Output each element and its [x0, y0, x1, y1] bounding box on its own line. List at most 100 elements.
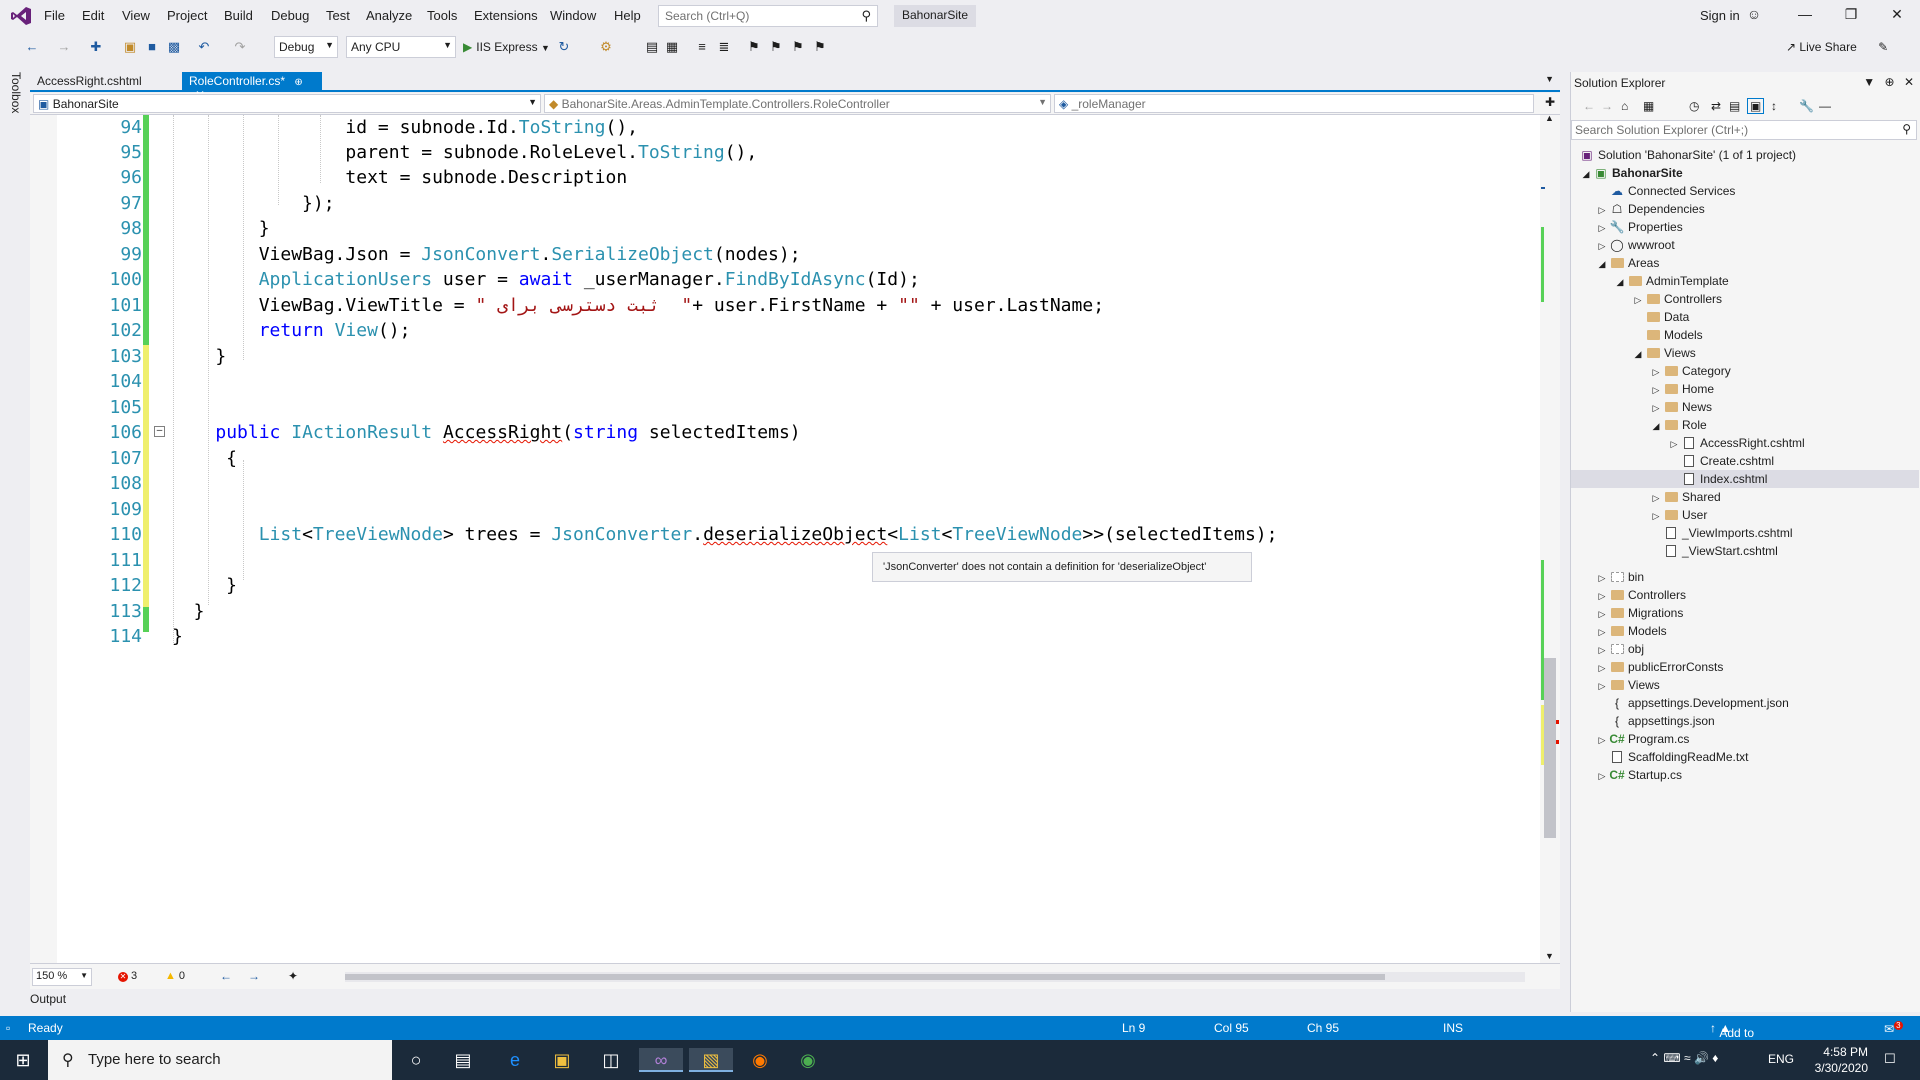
home-icon[interactable]: ⌂ — [1621, 99, 1628, 113]
system-clock[interactable]: 4:58 PM 3/30/2020 — [1808, 1044, 1868, 1076]
settings-icon[interactable]: — — [1819, 99, 1831, 113]
code-cleanup-icon[interactable]: ✦ — [288, 969, 298, 983]
menu-project[interactable]: Project — [167, 8, 207, 23]
collapsed-icon[interactable]: ▷ — [1595, 731, 1609, 749]
tree-node-wwwroot[interactable]: ▷ ◯ wwwroot — [1595, 236, 1675, 254]
tree-node-bin[interactable]: ▷ bin — [1595, 568, 1644, 586]
code-line[interactable]: text = subnode.Description — [172, 165, 627, 190]
collapsed-icon[interactable]: ▷ — [1649, 363, 1663, 381]
tree-node-user[interactable]: ▷ User — [1649, 506, 1708, 525]
window-position-icon[interactable]: ▼ — [1863, 75, 1875, 89]
search-input[interactable]: Search (Ctrl+Q) ⚲ — [658, 5, 878, 27]
expanded-icon[interactable]: ◢ — [1649, 417, 1663, 435]
save-all-icon[interactable]: ▩ — [166, 39, 182, 55]
task-view-icon[interactable]: ▤ — [450, 1048, 476, 1072]
chrome-icon[interactable]: ◉ — [795, 1048, 821, 1072]
show-all-files-icon[interactable]: ▣ — [1747, 98, 1765, 114]
collapsed-icon[interactable]: ▷ — [1595, 237, 1609, 255]
tree-node-admintemplate[interactable]: ◢ AdminTemplate — [1613, 272, 1729, 290]
collapsed-icon[interactable]: ▷ — [1649, 507, 1663, 525]
minimize-button[interactable]: — — [1795, 6, 1815, 22]
edge-icon[interactable]: e — [502, 1048, 528, 1072]
collapsed-icon[interactable]: ▷ — [1595, 587, 1609, 605]
expanded-icon[interactable]: ◢ — [1579, 165, 1593, 183]
new-project-icon[interactable]: ✚ — [88, 39, 104, 55]
account-icon[interactable]: ☺ — [1744, 6, 1764, 22]
code-line[interactable]: } — [172, 216, 270, 241]
error-count-button[interactable]: ✕ 3 — [118, 970, 137, 982]
code-line[interactable]: } — [172, 573, 237, 598]
vertical-scrollbar[interactable]: ▲ ▼ — [1540, 113, 1560, 963]
code-line[interactable]: id = subnode.Id.ToString(), — [172, 115, 638, 140]
code-line[interactable]: } — [172, 599, 205, 624]
back-icon[interactable]: ← — [1583, 99, 1595, 113]
scroll-down-icon[interactable]: ▼ — [1545, 951, 1554, 961]
menu-build[interactable]: Build — [224, 8, 253, 23]
sync-icon[interactable]: ⇄ — [1711, 99, 1721, 113]
project-dropdown[interactable]: ▣ BahonarSite ▼ — [33, 94, 541, 113]
toolbox-tab[interactable]: Toolbox — [9, 72, 23, 113]
tree-node-controllers[interactable]: ▷ Controllers — [1595, 586, 1687, 605]
visual-studio-taskbar-icon[interactable]: ∞ — [639, 1048, 683, 1072]
pin-icon[interactable]: ⊕ — [294, 77, 302, 88]
code-editor[interactable]: 94 95 96 97 98 99 100 101 102 103 104 10… — [30, 113, 1560, 963]
tree-node-solution[interactable]: ▣ Solution 'BahonarSite' (1 of 1 project) — [1579, 146, 1796, 164]
tree-node-index-cshtml[interactable]: Index.cshtml — [1571, 470, 1919, 488]
redo-icon[interactable]: ↷ — [232, 39, 248, 55]
member-dropdown[interactable]: ◈ _roleManager — [1054, 94, 1534, 113]
collapsed-icon[interactable]: ▷ — [1595, 659, 1609, 677]
tree-node-role[interactable]: ◢ Role — [1649, 416, 1707, 434]
tree-node-area-controllers[interactable]: ▷ Controllers — [1631, 290, 1723, 309]
tree-node-create-cshtml[interactable]: Create.cshtml — [1681, 452, 1774, 470]
tree-node-home[interactable]: ▷ Home — [1649, 380, 1714, 398]
expanded-icon[interactable]: ◢ — [1613, 273, 1627, 291]
tree-node-shared[interactable]: ▷ Shared — [1649, 488, 1721, 506]
tree-node-areas[interactable]: ◢ Areas — [1595, 254, 1660, 272]
tree-node-area-views[interactable]: ◢ Views — [1631, 344, 1696, 362]
windows-start-icon[interactable]: ⊞ — [10, 1048, 36, 1072]
tree-node-viewstart[interactable]: _ViewStart.cshtml — [1663, 542, 1778, 560]
collapsed-icon[interactable]: ▷ — [1631, 291, 1645, 309]
horizontal-scrollbar[interactable] — [345, 972, 1525, 982]
collapsed-icon[interactable]: ▷ — [1649, 381, 1663, 399]
menu-debug[interactable]: Debug — [271, 8, 309, 23]
tree-node-dependencies[interactable]: ▷ ☖ Dependencies — [1595, 200, 1705, 218]
code-line[interactable]: parent = subnode.RoleLevel.ToString(), — [172, 140, 757, 165]
menu-window[interactable]: Window — [550, 8, 596, 23]
output-tab[interactable]: Output — [30, 992, 66, 1006]
previous-issue-icon[interactable]: ← — [220, 969, 232, 983]
source-control-button[interactable]: ↑ Add to Source Control ▲ — [1710, 1021, 1758, 1068]
split-window-icon[interactable]: ✚ — [1545, 95, 1555, 109]
run-iis-express-button[interactable]: ▶ IIS Express ▼ — [463, 40, 550, 54]
collapsed-icon[interactable]: ▷ — [1595, 641, 1609, 659]
collapsed-icon[interactable]: ▷ — [1595, 677, 1609, 695]
tree-node-program-cs[interactable]: ▷ C# Program.cs — [1595, 730, 1690, 749]
active-app-taskbar-icon[interactable]: ▧ — [689, 1048, 733, 1072]
code-line[interactable]: } — [172, 624, 183, 649]
menu-tools[interactable]: Tools — [427, 8, 457, 23]
menu-extensions[interactable]: Extensions — [474, 8, 538, 23]
toolbar-format-icon[interactable]: ▦ — [664, 39, 680, 55]
browser-link-icon[interactable]: ⚙ — [598, 39, 614, 55]
tree-node-area-data[interactable]: Data — [1645, 308, 1689, 326]
tree-node-public-error-consts[interactable]: ▷ publicErrorConsts — [1595, 658, 1724, 677]
comment-icon[interactable]: ≡ — [694, 39, 710, 55]
collapsed-icon[interactable]: ▷ — [1667, 435, 1681, 453]
forward-icon[interactable]: → — [1601, 99, 1613, 113]
tree-node-appsettings[interactable]: {appsettings.json — [1609, 712, 1715, 730]
tree-node-models[interactable]: ▷ Models — [1595, 622, 1667, 640]
tree-node-accessright-cshtml[interactable]: ▷ AccessRight.cshtml — [1667, 434, 1805, 452]
collapsed-icon[interactable]: ▷ — [1595, 767, 1609, 785]
collapsed-icon[interactable]: ▷ — [1595, 219, 1609, 237]
close-icon[interactable]: ✕ — [1904, 75, 1914, 89]
pending-changes-icon[interactable]: ◷ — [1689, 99, 1699, 113]
tree-node-viewimports[interactable]: _ViewImports.cshtml — [1663, 524, 1792, 542]
collapsed-icon[interactable]: ▷ — [1595, 605, 1609, 623]
live-share-button[interactable]: ↗ Live Share ✎ — [1786, 40, 1888, 54]
taskbar-search-input[interactable]: ⚲ Type here to search — [48, 1040, 392, 1080]
collapsed-icon[interactable]: ▷ — [1595, 623, 1609, 641]
tab-role-controller[interactable]: RoleController.cs* ⊕ ✕ — [182, 72, 322, 102]
indicator-margin[interactable] — [30, 115, 57, 963]
preview-icon[interactable]: ↕ — [1771, 99, 1777, 113]
code-line[interactable]: ViewBag.ViewTitle = " ثبت دسترسی برای "+… — [172, 293, 1104, 318]
